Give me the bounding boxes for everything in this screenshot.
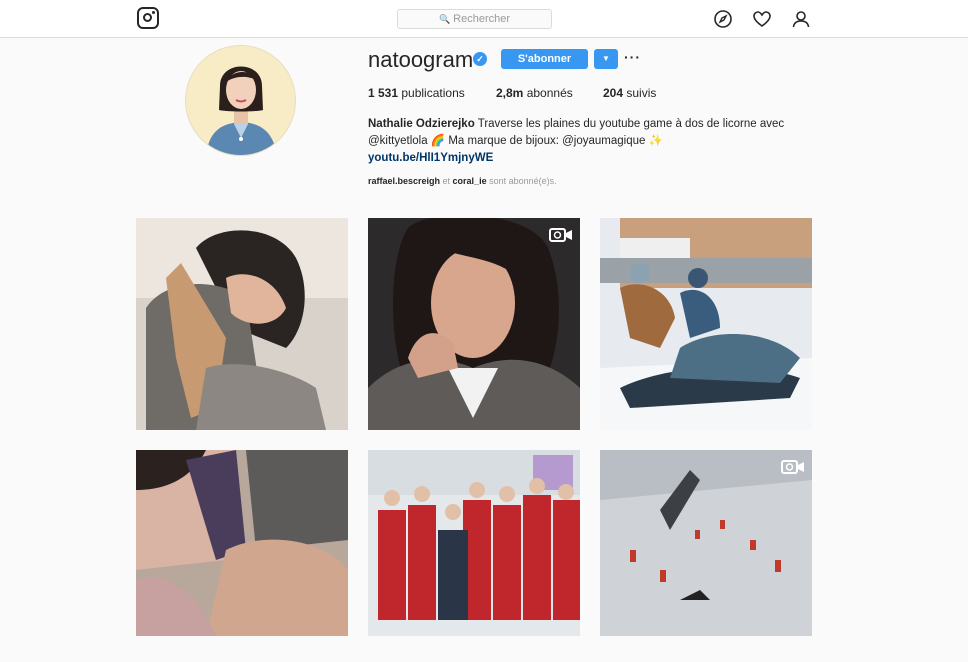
following-label: suivis xyxy=(623,86,657,100)
profile-bio: Nathalie Odzierejko Traverse les plaines… xyxy=(368,116,828,167)
search-input[interactable]: 🔍 Rechercher xyxy=(397,9,552,29)
bio-line-2: @kittyetlola 🌈 Ma marque de bijoux: @joy… xyxy=(368,135,663,147)
video-camera-icon xyxy=(549,228,572,242)
post-tile[interactable] xyxy=(136,450,348,662)
bio-name: Nathalie Odzierejko xyxy=(368,118,475,130)
followed-by-text: raffael.bescreigh et coral_ie sont abonn… xyxy=(368,176,557,186)
top-navigation-bar: 🔍 Rechercher xyxy=(0,0,968,38)
followed-by-user-1[interactable]: raffael.bescreigh xyxy=(368,176,440,186)
posts-stat: 1 531 publications xyxy=(368,86,465,100)
heart-icon[interactable] xyxy=(752,9,772,29)
bio-link[interactable]: youtu.be/HlI1YmjnyWE xyxy=(368,152,493,164)
post-tile[interactable] xyxy=(600,218,812,430)
post-tile[interactable] xyxy=(600,450,812,662)
followed-by-suffix: sont abonné(e)s. xyxy=(486,176,557,186)
magnifier-icon: 🔍 xyxy=(438,14,451,24)
posts-count: 1 531 xyxy=(368,86,399,100)
profile-avatar xyxy=(185,45,296,156)
following-stat[interactable]: 204 suivis xyxy=(603,86,656,100)
compass-icon[interactable] xyxy=(713,9,733,29)
following-count: 204 xyxy=(603,86,624,100)
posts-label: publications xyxy=(398,86,465,100)
verified-badge-icon: ✓ xyxy=(473,52,487,66)
search-placeholder: Rechercher xyxy=(453,13,511,25)
followed-by-user-2[interactable]: coral_ie xyxy=(453,176,487,186)
ellipsis-icon[interactable]: ··· xyxy=(624,49,641,65)
caret-down-icon[interactable]: ▼ xyxy=(594,49,618,69)
bio-line-1: Traverse les plaines du youtube game à d… xyxy=(474,118,785,130)
post-tile[interactable] xyxy=(368,450,580,662)
followers-stat[interactable]: 2,8m abonnés xyxy=(496,86,573,100)
followed-by-connector: et xyxy=(440,176,453,186)
follow-button[interactable]: S'abonner xyxy=(501,49,588,69)
post-tile[interactable] xyxy=(368,218,580,430)
instagram-logo-icon[interactable] xyxy=(137,7,159,29)
post-tile[interactable] xyxy=(136,218,348,430)
followers-label: abonnés xyxy=(523,86,573,100)
followers-count: 2,8m xyxy=(496,86,524,100)
user-icon[interactable] xyxy=(791,9,811,29)
profile-username: natoogram xyxy=(368,47,474,72)
video-camera-icon xyxy=(781,460,804,474)
